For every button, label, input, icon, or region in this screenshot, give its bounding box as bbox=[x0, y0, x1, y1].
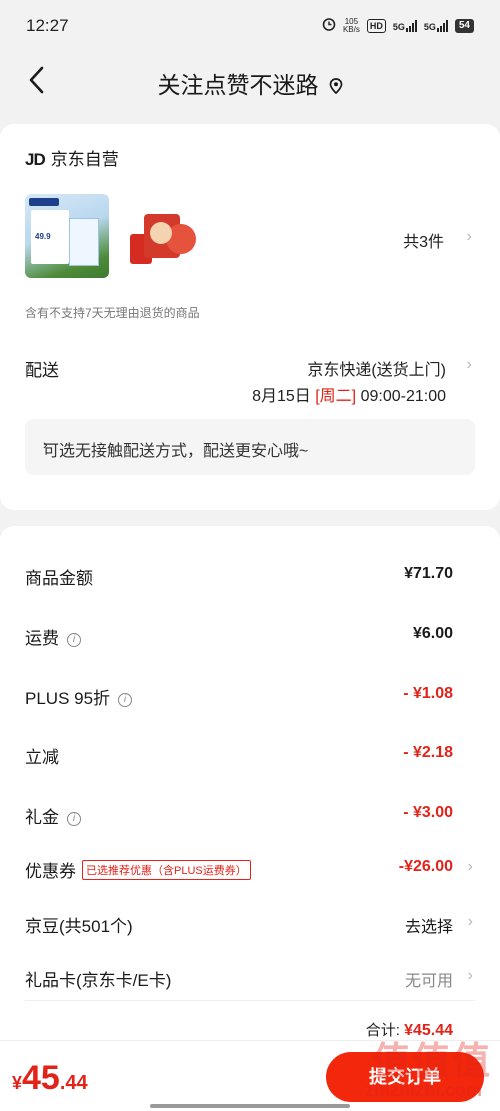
home-indicator[interactable] bbox=[150, 1104, 350, 1108]
signal-5g-label-2: 5G bbox=[423, 21, 436, 32]
status-icons: 105 KB/s HD 5G 5G 54 bbox=[322, 17, 474, 34]
contactless-delivery-tip[interactable]: 可选无接触配送方式，配送更安心哦~ › bbox=[25, 419, 475, 475]
signal-bars-icon bbox=[436, 19, 448, 32]
return-policy-note: 含有不支持7天无理由退货的商品 bbox=[25, 306, 200, 320]
price-label: 礼品卡(京东卡/E卡) bbox=[25, 971, 172, 990]
net-speed-unit: KB/s bbox=[342, 24, 360, 34]
price-row-plus-discount: PLUS 95折 i - ¥1.08 bbox=[25, 680, 475, 710]
hd-icon: HD bbox=[366, 18, 386, 33]
chevron-right-icon: › bbox=[467, 858, 473, 875]
page-title-text: 关注点赞不迷路 bbox=[157, 72, 319, 98]
price-card: 商品金额 ¥71.70 运费 i ¥6.00 PLUS 95折 i - ¥1.08 … bbox=[0, 526, 500, 1111]
thumb-brand-bar bbox=[29, 198, 59, 206]
signal-5g-1: 5G bbox=[392, 19, 417, 32]
price-row-instant-reduction: 立减 - ¥2.18 bbox=[25, 739, 475, 769]
total-currency: ¥ bbox=[12, 1073, 23, 1093]
chevron-right-icon: › bbox=[43, 436, 48, 452]
signal-bars-icon bbox=[405, 19, 417, 32]
store-name: 京东自营 bbox=[50, 150, 119, 169]
price-label: 京豆(共501个) bbox=[25, 917, 133, 936]
price-row-jingdou[interactable]: 京豆(共501个) 去选择 › bbox=[25, 908, 475, 938]
shipping-method[interactable]: 京东快递(送货上门) bbox=[307, 356, 446, 380]
shipping-weekday: [周二] bbox=[315, 388, 357, 405]
shipping-hours: 09:00-21:00 bbox=[360, 388, 446, 405]
page-title: 关注点赞不迷路 bbox=[0, 66, 500, 100]
price-row-gift-card[interactable]: 礼品卡(京东卡/E卡) 无可用 › bbox=[25, 962, 475, 992]
net-speed: 105 KB/s bbox=[342, 17, 360, 34]
thumb-milk-carton bbox=[69, 218, 99, 266]
price-label-wrap: 运费 i bbox=[25, 624, 81, 649]
price-row-goods: 商品金额 ¥71.70 bbox=[25, 560, 475, 590]
signal-5g-label-1: 5G bbox=[392, 21, 405, 32]
price-label: 立减 bbox=[25, 748, 59, 767]
price-value: - ¥2.18 bbox=[403, 744, 453, 761]
info-icon[interactable]: i bbox=[67, 633, 81, 647]
store-header: JD 京东自营 bbox=[25, 145, 119, 170]
price-label-wrap: 礼金 i bbox=[25, 803, 81, 828]
thumb-milk-box: 49.9 bbox=[31, 210, 69, 264]
price-label: 运费 bbox=[25, 629, 59, 648]
signal-5g-2: 5G bbox=[423, 19, 448, 32]
chevron-right-icon[interactable]: › bbox=[467, 356, 472, 374]
shipping-date: 8月15日 bbox=[252, 388, 311, 405]
item-count[interactable]: 共3件 bbox=[403, 228, 444, 252]
price-label-wrap: 优惠券 已选推荐优惠（含PLUS运费券） bbox=[25, 857, 251, 882]
status-time: 12:27 bbox=[26, 16, 69, 35]
shipping-label: 配送 bbox=[25, 361, 59, 380]
divider bbox=[25, 1000, 475, 1001]
location-pin-icon[interactable] bbox=[329, 73, 343, 100]
total-integer: 45 bbox=[22, 1059, 60, 1097]
product-thumbnail-milk[interactable]: 49.9 bbox=[25, 194, 109, 278]
product-thumbnail-drinks[interactable] bbox=[126, 206, 206, 270]
total-decimal: .44 bbox=[59, 1072, 88, 1094]
status-bar: 12:27 105 KB/s HD 5G 5G 54 bbox=[0, 0, 500, 52]
watermark-logo: 值值值 bbox=[371, 1041, 492, 1083]
price-value: - ¥3.00 bbox=[403, 804, 453, 821]
total-price: ¥45.44 bbox=[12, 1059, 88, 1098]
alarm-icon bbox=[322, 17, 336, 34]
chevron-right-icon[interactable]: › bbox=[467, 228, 472, 246]
jd-logo: JD bbox=[25, 150, 46, 169]
price-row-shipping: 运费 i ¥6.00 bbox=[25, 620, 475, 650]
price-value: ¥6.00 bbox=[412, 625, 453, 642]
thumb-face bbox=[150, 222, 172, 244]
price-value: 无可用 bbox=[404, 973, 453, 990]
info-icon[interactable]: i bbox=[67, 812, 81, 826]
price-value: -¥26.00 bbox=[398, 858, 453, 875]
shipping-time: 8月15日 [周二] 09:00-21:00 bbox=[252, 382, 446, 406]
price-label: 商品金额 bbox=[25, 569, 93, 588]
thumb-price: 49.9 bbox=[35, 232, 51, 241]
order-card: JD 京东自营 49.9 共3件 › 含有不支持7天无理由退货的商品 配送 京东快… bbox=[0, 124, 500, 510]
price-label-wrap: PLUS 95折 i bbox=[25, 684, 133, 709]
nav-bar: 关注点赞不迷路 bbox=[0, 52, 500, 110]
coupon-tag: 已选推荐优惠（含PLUS运费券） bbox=[82, 860, 251, 880]
price-row-coupon[interactable]: 优惠券 已选推荐优惠（含PLUS运费券） -¥26.00 › bbox=[25, 853, 475, 883]
battery-icon: 54 bbox=[454, 18, 474, 33]
chevron-right-icon: › bbox=[467, 967, 473, 984]
chevron-right-icon: › bbox=[467, 913, 473, 930]
price-value: 去选择 bbox=[404, 919, 453, 936]
watermark-url: zhizhizhi.com bbox=[365, 1080, 482, 1100]
price-label: PLUS 95折 bbox=[25, 689, 111, 708]
price-value: - ¥1.08 bbox=[403, 685, 453, 702]
price-value: ¥71.70 bbox=[404, 565, 453, 582]
info-icon[interactable]: i bbox=[118, 693, 133, 707]
price-label: 优惠券 bbox=[25, 862, 76, 881]
price-label: 礼金 bbox=[25, 808, 59, 827]
price-row-gift-money: 礼金 i - ¥3.00 bbox=[25, 799, 475, 829]
